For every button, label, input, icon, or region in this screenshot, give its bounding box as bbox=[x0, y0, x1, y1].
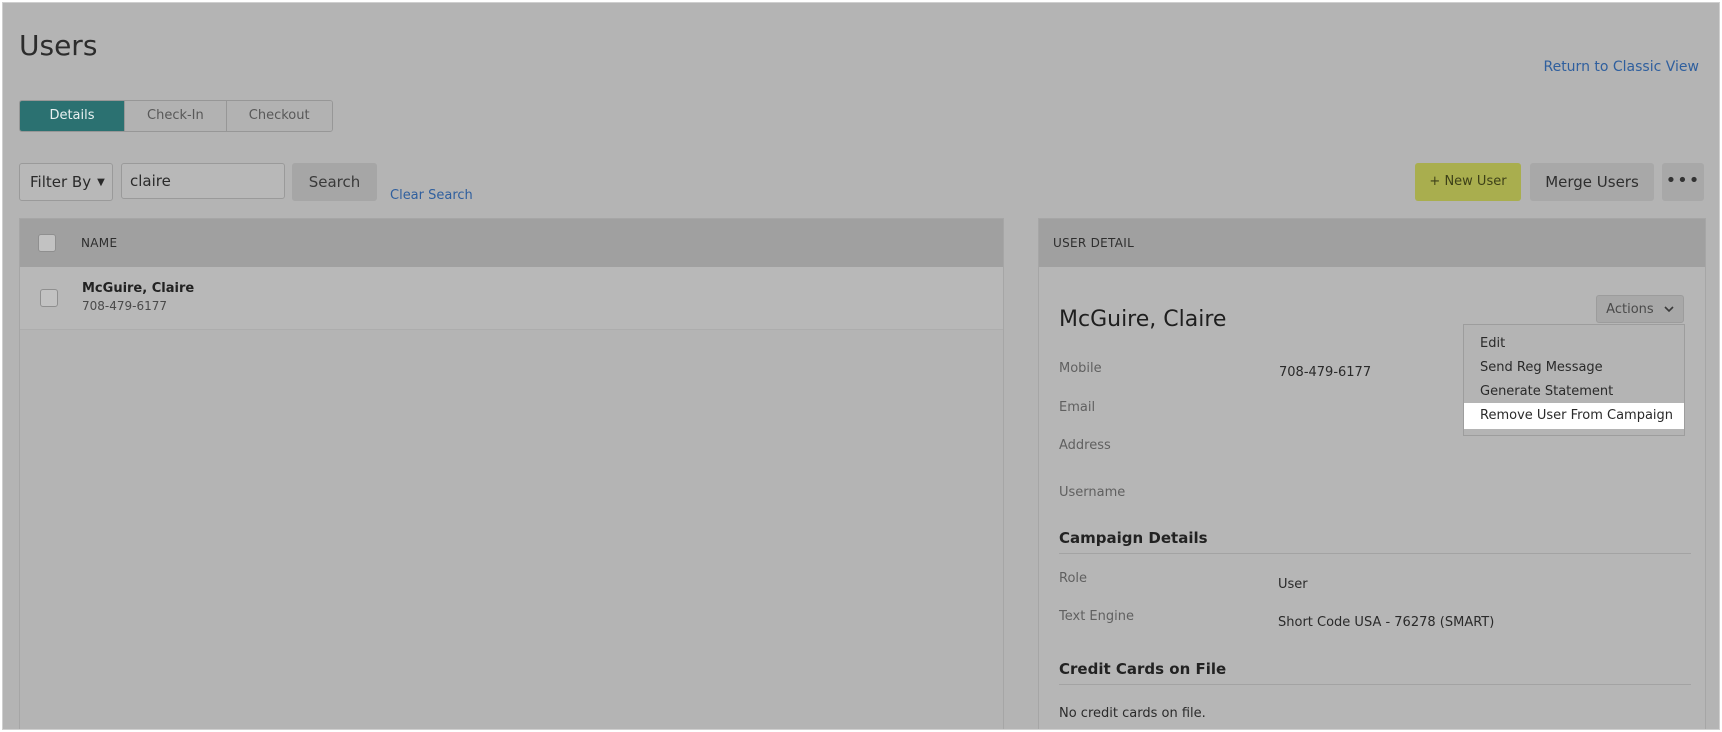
merge-users-button[interactable]: Merge Users bbox=[1530, 163, 1654, 201]
table-row[interactable]: McGuire, Claire 708-479-6177 bbox=[20, 267, 1003, 330]
menu-item-send-reg-message[interactable]: Send Reg Message bbox=[1480, 360, 1603, 375]
role-label: Role bbox=[1059, 571, 1088, 586]
mobile-value: 708-479-6177 bbox=[1279, 365, 1372, 380]
page-title: Users bbox=[19, 29, 98, 62]
row-user-name: McGuire, Claire bbox=[82, 281, 195, 296]
tab-checkout[interactable]: Checkout bbox=[225, 101, 332, 131]
search-input[interactable] bbox=[121, 163, 285, 199]
caret-down-icon: ▼ bbox=[97, 176, 105, 188]
return-classic-view-link[interactable]: Return to Classic View bbox=[1543, 59, 1699, 75]
actions-dropdown-button[interactable]: Actions bbox=[1596, 295, 1684, 323]
select-all-checkbox[interactable] bbox=[38, 234, 56, 252]
filter-by-dropdown[interactable]: Filter By ▼ bbox=[19, 163, 113, 201]
actions-menu: Edit Send Reg Message Generate Statement… bbox=[1463, 324, 1685, 436]
actions-label: Actions bbox=[1606, 302, 1654, 317]
view-tabs: Details Check-In Checkout bbox=[19, 100, 333, 132]
divider bbox=[1059, 684, 1691, 685]
role-value: User bbox=[1278, 577, 1308, 592]
mobile-label: Mobile bbox=[1059, 361, 1102, 376]
no-credit-cards-text: No credit cards on file. bbox=[1059, 706, 1206, 721]
text-engine-value: Short Code USA - 76278 (SMART) bbox=[1278, 615, 1495, 630]
filter-by-label: Filter By bbox=[30, 173, 92, 191]
more-options-button[interactable]: ••• bbox=[1662, 163, 1704, 201]
menu-item-edit[interactable]: Edit bbox=[1480, 336, 1505, 351]
credit-cards-heading: Credit Cards on File bbox=[1059, 660, 1227, 678]
user-detail-panel: USER DETAIL McGuire, Claire Actions Mobi… bbox=[1038, 218, 1706, 729]
menu-item-remove-user-from-campaign[interactable]: Remove User From Campaign bbox=[1464, 403, 1684, 429]
clear-search-link[interactable]: Clear Search bbox=[390, 188, 473, 203]
email-label: Email bbox=[1059, 400, 1096, 415]
user-detail-title: USER DETAIL bbox=[1053, 236, 1135, 250]
chevron-down-icon bbox=[1664, 296, 1674, 324]
username-label: Username bbox=[1059, 485, 1126, 500]
search-button[interactable]: Search bbox=[292, 163, 377, 201]
user-list-panel: NAME McGuire, Claire 708-479-6177 bbox=[19, 218, 1004, 729]
row-user-phone: 708-479-6177 bbox=[82, 299, 168, 313]
detail-user-name: McGuire, Claire bbox=[1059, 307, 1227, 332]
app-frame: Users Return to Classic View Details Che… bbox=[2, 2, 1720, 730]
user-detail-header: USER DETAIL bbox=[1039, 219, 1705, 267]
user-list-header: NAME bbox=[20, 219, 1003, 267]
text-engine-label: Text Engine bbox=[1059, 609, 1134, 624]
row-checkbox[interactable] bbox=[40, 289, 58, 307]
column-header-name: NAME bbox=[81, 236, 118, 250]
menu-item-generate-statement[interactable]: Generate Statement bbox=[1480, 384, 1613, 399]
divider bbox=[1059, 553, 1691, 554]
campaign-details-heading: Campaign Details bbox=[1059, 529, 1208, 547]
tab-check-in[interactable]: Check-In bbox=[124, 101, 226, 131]
address-label: Address bbox=[1059, 438, 1111, 453]
new-user-button[interactable]: + New User bbox=[1415, 163, 1521, 201]
tab-details[interactable]: Details bbox=[20, 101, 124, 131]
